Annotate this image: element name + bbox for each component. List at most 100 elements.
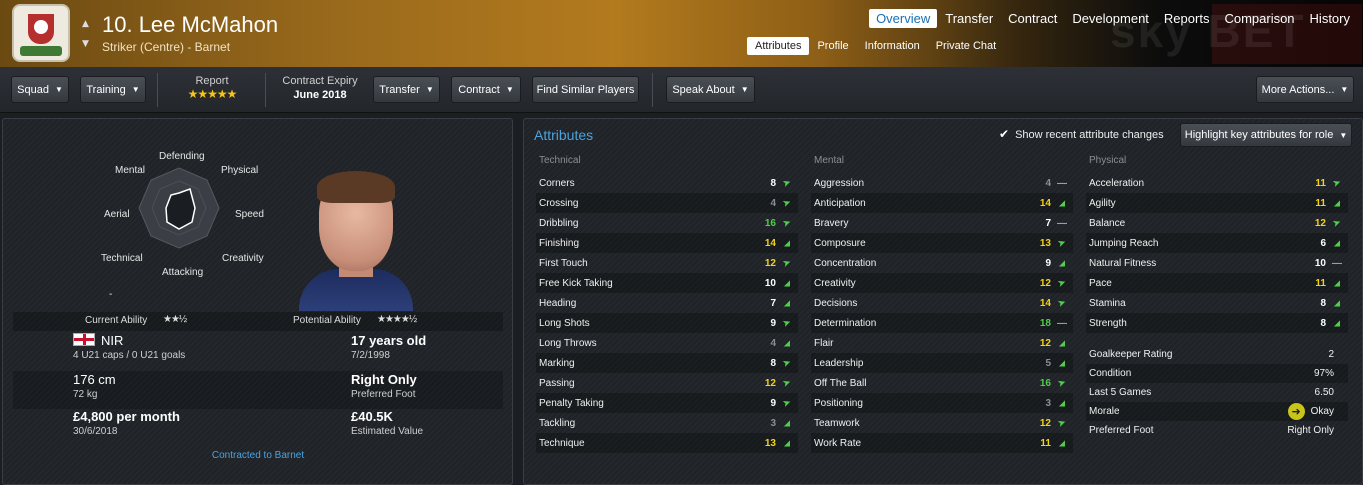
tab-comparison[interactable]: Comparison [1217,9,1301,28]
contract-expiry-label: Contract Expiry [282,75,358,87]
attribute-row[interactable]: First Touch 12 ➤ [536,253,798,273]
chevron-down-icon: ▼ [131,85,140,94]
attribute-row[interactable]: Natural Fitness 10 — [1086,253,1348,273]
attribute-row[interactable]: Stamina 8 ◢ [1086,293,1348,313]
attribute-row[interactable]: Determination 18 — [811,313,1073,333]
trend-flat-icon: — [1332,257,1342,269]
attribute-row[interactable]: Finishing 14 ◢ [536,233,798,253]
summary-value: 97% [1313,368,1334,379]
squad-button[interactable]: Squad ▼ [11,76,69,103]
attribute-row[interactable]: Off The Ball 16 ➤ [811,373,1073,393]
attributes-title: Attributes [534,127,594,143]
attribute-row[interactable]: Long Throws 4 ◢ [536,333,798,353]
trend-arrow-icon: ◢ [1058,398,1066,408]
attribute-row[interactable]: Corners 8 ➤ [536,173,798,193]
attribute-row[interactable]: Teamwork 12 ➤ [811,413,1073,433]
trend-arrow-icon: ➤ [1331,176,1343,190]
trend-arrow-icon: ◢ [1333,298,1341,308]
subtab-attributes[interactable]: Attributes [747,37,810,55]
attribute-name: Stamina [1089,297,1126,309]
attribute-value: 8 [770,177,776,189]
attribute-value: 9 [1045,257,1051,269]
radar-label-defending: Defending [159,151,205,162]
attribute-value: 12 [764,377,776,389]
attribute-row[interactable]: Technique 13 ◢ [536,433,798,453]
subtab-profile[interactable]: Profile [809,37,856,55]
more-actions-button[interactable]: More Actions... ▼ [1256,76,1354,103]
highlight-key-attributes-button[interactable]: Highlight key attributes for role ▼ [1180,123,1352,147]
subtab-information[interactable]: Information [857,37,928,55]
wage: £4,800 per month [73,409,180,424]
attribute-value: 5 [1045,357,1051,369]
attribute-row[interactable]: Aggression 4 — [811,173,1073,193]
attribute-row[interactable]: Bravery 7 — [811,213,1073,233]
transfer-button[interactable]: Transfer ▼ [373,76,440,103]
attribute-value: 9 [770,397,776,409]
attribute-row[interactable]: Crossing 4 ➤ [536,193,798,213]
attribute-row[interactable]: Marking 8 ➤ [536,353,798,373]
highlight-label: Highlight key attributes for role [1184,129,1334,141]
tab-overview[interactable]: Overview [869,9,938,28]
trend-arrow-icon: ◢ [1333,238,1341,248]
trend-arrow-icon: ➤ [781,376,793,390]
contract-button[interactable]: Contract ▼ [451,76,521,103]
attribute-name: Penalty Taking [539,397,604,409]
club-crest-icon[interactable] [12,4,70,62]
contract-label: Contract [458,83,500,96]
attribute-radar-chart [138,167,220,249]
player-switch-arrows[interactable]: ▲ ▼ [82,14,89,54]
attribute-row[interactable]: Positioning 3 ◢ [811,393,1073,413]
checkmark-icon: ✔ [999,127,1010,141]
attribute-row[interactable]: Creativity 12 ➤ [811,273,1073,293]
contracted-to-link[interactable]: Contracted to Barnet [13,447,503,465]
attribute-name: Flair [814,337,834,349]
attribute-row[interactable]: Anticipation 14 ◢ [811,193,1073,213]
subtab-private-chat[interactable]: Private Chat [928,37,1005,55]
attribute-row[interactable]: Work Rate 11 ◢ [811,433,1073,453]
attribute-row[interactable]: Penalty Taking 9 ➤ [536,393,798,413]
attribute-row[interactable]: Tackling 3 ◢ [536,413,798,433]
show-changes-checkbox[interactable]: ✔ Show recent attribute changes [999,127,1164,141]
find-similar-players-button[interactable]: Find Similar Players [532,76,639,103]
potential-ability-label: Potential Ability [293,315,361,326]
trend-flat-icon: — [1057,317,1067,329]
attribute-row[interactable]: Leadership 5 ◢ [811,353,1073,373]
report-summary[interactable]: Report ★★★★★ [172,75,252,101]
nation-block[interactable]: NIR 4 U21 caps / 0 U21 goals [73,333,185,361]
attribute-row[interactable]: Composure 13 ➤ [811,233,1073,253]
attribute-row[interactable]: Strength 8 ◢ [1086,313,1348,333]
ability-row: Current Ability ★★½ Potential Ability ★★… [13,312,503,331]
nation: NIR [101,333,124,348]
attribute-value: 14 [1039,297,1051,309]
speak-about-button[interactable]: Speak About ▼ [666,76,755,103]
attribute-row[interactable]: Pace 11 ◢ [1086,273,1348,293]
tab-history[interactable]: History [1303,9,1357,28]
tab-transfer[interactable]: Transfer [938,9,1000,28]
tab-development[interactable]: Development [1065,9,1156,28]
attribute-row[interactable]: Agility 11 ◢ [1086,193,1348,213]
attribute-row[interactable]: Jumping Reach 6 ◢ [1086,233,1348,253]
trend-arrow-icon: ◢ [1058,358,1066,368]
next-player-icon[interactable]: ▼ [82,34,89,54]
attribute-row[interactable]: Flair 12 ◢ [811,333,1073,353]
attribute-row[interactable]: Concentration 9 ◢ [811,253,1073,273]
attributes-panel: Attributes ✔ Show recent attribute change… [523,118,1363,485]
tab-reports[interactable]: Reports [1157,9,1217,28]
training-button[interactable]: Training ▼ [80,76,146,103]
attribute-name: Aggression [814,177,865,189]
attribute-row[interactable]: Balance 12 ➤ [1086,213,1348,233]
attribute-row[interactable]: Decisions 14 ➤ [811,293,1073,313]
trend-arrow-icon: ◢ [783,418,791,428]
attribute-row[interactable]: Passing 12 ➤ [536,373,798,393]
attribute-row[interactable]: Heading 7 ◢ [536,293,798,313]
attribute-value: 12 [1039,277,1051,289]
attribute-row[interactable]: Acceleration 11 ➤ [1086,173,1348,193]
trend-arrow-icon: ➤ [1056,376,1068,390]
attribute-row[interactable]: Free Kick Taking 10 ◢ [536,273,798,293]
attribute-row[interactable]: Long Shots 9 ➤ [536,313,798,333]
tab-contract[interactable]: Contract [1001,9,1064,28]
attribute-value: 12 [764,257,776,269]
previous-player-icon[interactable]: ▲ [82,14,89,34]
attribute-row[interactable]: Dribbling 16 ➤ [536,213,798,233]
summary-value: 6.50 [1314,387,1334,398]
